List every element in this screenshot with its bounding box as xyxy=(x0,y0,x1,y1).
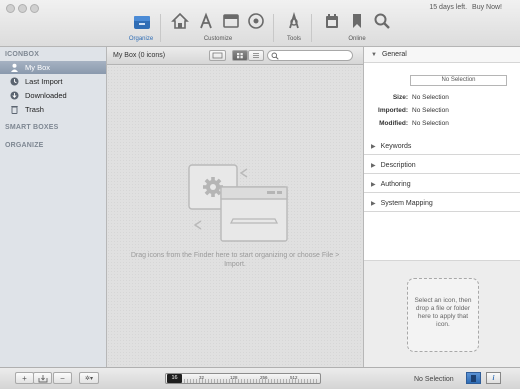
empty-box-message: Drag icons from the Finder here to start… xyxy=(130,252,340,268)
imported-value: No Selection xyxy=(412,107,449,114)
tick-label: 256 xyxy=(260,375,268,380)
list-view-button[interactable] xyxy=(248,50,264,61)
section-general[interactable]: ▼ General xyxy=(364,47,520,63)
sidebar-section-smart-boxes[interactable]: SMART BOXES xyxy=(5,124,59,131)
tools-label: Tools xyxy=(286,36,301,42)
sidebar-item-label: Downloaded xyxy=(25,91,67,100)
buy-now-link[interactable]: Buy Now! xyxy=(472,4,502,11)
section-keywords-label: Keywords xyxy=(380,143,412,150)
section-general-label: General xyxy=(381,51,407,58)
sidebar-item-label: Last Import xyxy=(25,77,63,86)
modified-value: No Selection xyxy=(412,120,449,127)
section-system-mapping[interactable]: ▶ System Mapping xyxy=(364,196,520,212)
tray-icon xyxy=(38,374,47,382)
organize-label: Organize xyxy=(128,36,154,42)
grid-view-button[interactable] xyxy=(232,50,248,61)
sidebar-section-iconbox: ICONBOX xyxy=(5,51,40,58)
drag-drop-illustration-icon xyxy=(188,164,288,242)
tick-label: 32 xyxy=(199,375,205,380)
icon-size-slider[interactable]: 16 32 128 256 512 xyxy=(165,373,321,384)
window-icon[interactable] xyxy=(222,12,240,30)
inspector-icon xyxy=(471,374,476,382)
sidebar-item-label: Trash xyxy=(25,105,44,114)
plus-icon: + xyxy=(22,373,27,383)
sidebar-item-my-box[interactable]: My Box xyxy=(0,61,106,74)
search-input[interactable] xyxy=(280,51,350,60)
sidebar-item-downloaded[interactable]: Downloaded xyxy=(0,89,106,102)
size-label: Size: xyxy=(392,94,408,101)
import-button[interactable] xyxy=(33,372,52,384)
app-store-icon[interactable] xyxy=(197,12,215,30)
sidebar-item-last-import[interactable]: Last Import xyxy=(0,75,106,88)
info-button[interactable]: i xyxy=(486,372,501,384)
section-description-label: Description xyxy=(380,162,416,169)
user-icon xyxy=(10,63,19,72)
toolbar-divider xyxy=(160,14,161,42)
imported-label: Imported: xyxy=(378,107,408,114)
apply-icon-drop-target[interactable]: Select an icon, then drop a file or fold… xyxy=(407,278,479,352)
disk-icon[interactable] xyxy=(247,12,265,30)
sidebar-section-organize[interactable]: ORGANIZE xyxy=(5,142,44,149)
section-system-mapping-label: System Mapping xyxy=(380,200,433,207)
organize-box-icon[interactable] xyxy=(132,12,152,32)
section-description[interactable]: ▶ Description xyxy=(364,158,520,174)
apply-icon-area: Select an icon, then drop a file or fold… xyxy=(364,260,520,367)
disclosure-closed-icon: ▶ xyxy=(371,144,376,150)
icon-drop-area[interactable]: Drag icons from the Finder here to start… xyxy=(107,66,363,367)
section-keywords[interactable]: ▶ Keywords xyxy=(364,139,520,155)
browser-header: My Box (0 icons) xyxy=(107,47,363,65)
magnifier-icon[interactable] xyxy=(373,12,391,30)
bottom-bar: + − ✲▾ 16 32 128 256 512 No Selection i xyxy=(0,367,520,389)
remove-button[interactable]: − xyxy=(53,372,72,384)
calendar-icon[interactable] xyxy=(323,12,341,30)
clock-icon xyxy=(10,77,19,86)
search-icon xyxy=(271,52,279,60)
box-title: My Box (0 icons) xyxy=(113,52,166,59)
inspector-toggle-button[interactable] xyxy=(466,372,481,384)
disclosure-closed-icon: ▶ xyxy=(371,182,376,188)
sidebar: ICONBOX My Box Last Import Downloaded Tr… xyxy=(0,47,107,367)
trial-notice: 15 days left. Buy Now! xyxy=(426,4,502,11)
trial-text: 15 days left. xyxy=(429,4,468,11)
icon-name-field[interactable]: No Selection xyxy=(410,75,507,86)
inspector-panel: ▼ General No Selection Size: No Selectio… xyxy=(363,47,520,367)
tick-label: 128 xyxy=(230,375,238,380)
modified-label: Modified: xyxy=(379,120,408,127)
sidebar-item-label: My Box xyxy=(25,63,51,72)
minus-icon: − xyxy=(60,373,65,383)
icon-browser: My Box (0 icons) Drag icons from the Fin… xyxy=(107,47,363,367)
bookmark-icon[interactable] xyxy=(348,12,366,30)
section-authoring-label: Authoring xyxy=(380,181,411,188)
add-button[interactable]: + xyxy=(15,372,34,384)
action-menu-button[interactable]: ✲▾ xyxy=(79,372,99,384)
home-icon[interactable] xyxy=(171,12,189,30)
size-value: No Selection xyxy=(412,94,449,101)
disclosure-closed-icon: ▶ xyxy=(371,163,376,169)
toolbar-divider xyxy=(311,14,312,42)
close-window-button[interactable] xyxy=(6,4,15,13)
search-field[interactable] xyxy=(267,50,353,61)
selection-status: No Selection xyxy=(414,376,454,383)
preview-toggle-button[interactable] xyxy=(209,50,226,61)
list-icon xyxy=(253,53,259,58)
trash-icon xyxy=(10,105,19,114)
keyboard-icon xyxy=(212,52,223,59)
app-window: 15 days left. Buy Now! Organize Customiz… xyxy=(0,0,520,389)
minimize-window-button[interactable] xyxy=(18,4,27,13)
tools-icon[interactable] xyxy=(285,12,303,30)
sidebar-item-trash[interactable]: Trash xyxy=(0,103,106,116)
disclosure-open-icon: ▼ xyxy=(371,51,377,58)
section-authoring[interactable]: ▶ Authoring xyxy=(364,177,520,193)
online-label: Online xyxy=(348,36,366,42)
slider-knob[interactable]: 16 xyxy=(167,374,182,383)
info-icon: i xyxy=(492,374,495,382)
grid-icon xyxy=(237,53,243,59)
download-icon xyxy=(10,91,19,100)
toolbar: 15 days left. Buy Now! Organize Customiz… xyxy=(0,0,520,47)
customize-label: Customize xyxy=(203,36,233,42)
zoom-window-button[interactable] xyxy=(30,4,39,13)
gear-icon: ✲▾ xyxy=(84,375,94,382)
tick-label: 512 xyxy=(290,375,298,380)
disclosure-closed-icon: ▶ xyxy=(371,201,376,207)
